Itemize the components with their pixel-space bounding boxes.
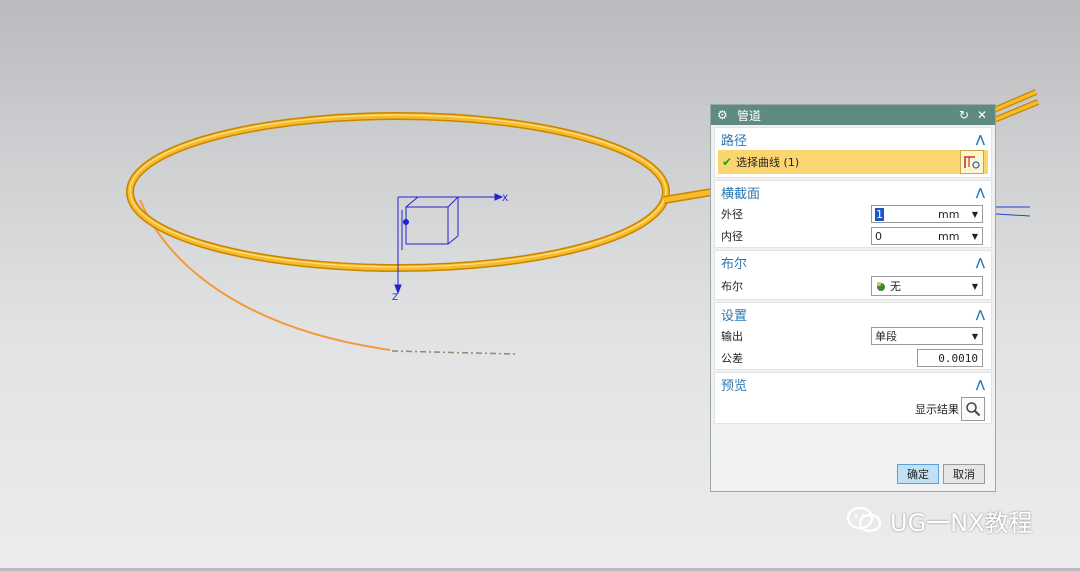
dropdown-arrow-icon[interactable]: ▼	[968, 282, 982, 291]
path-section-title: 路径	[721, 133, 748, 149]
dialog-footer: 确定 取消	[711, 457, 995, 491]
blue-line-2	[995, 213, 1031, 217]
chevron-up-icon[interactable]: ⋀	[976, 308, 985, 321]
gear-icon[interactable]: ⚙	[717, 108, 731, 122]
boolean-select[interactable]: 无 ▼	[871, 276, 983, 296]
guide-curve-dashed	[391, 350, 516, 355]
guide-curve[interactable]	[139, 199, 391, 351]
settings-header[interactable]: 设置 ⋀	[715, 303, 991, 325]
pipe-dialog: ⚙ 管道 ↻ ✕ 路径 ⋀ ✔ 选择曲线 (1) 横截面 ⋀ 外径 1 mm ▼…	[710, 104, 996, 492]
boolean-value: 无	[890, 280, 901, 293]
output-row: 输出 单段 ▼	[715, 325, 991, 347]
dialog-title: 管道	[737, 108, 762, 123]
tolerance-row: 公差 0.0010	[715, 347, 991, 369]
boolean-header[interactable]: 布尔 ⋀	[715, 251, 991, 273]
chevron-up-icon[interactable]: ⋀	[976, 133, 985, 146]
check-icon: ✔	[722, 155, 733, 169]
chevron-up-icon[interactable]: ⋀	[976, 378, 985, 391]
settings-title: 设置	[721, 308, 748, 324]
watermark-text: UG一NX教程	[890, 508, 1033, 537]
dialog-titlebar[interactable]: ⚙ 管道 ↻ ✕	[711, 105, 995, 125]
inner-diameter-row: 内径 0 mm ▼	[715, 225, 991, 247]
magnifier-icon[interactable]	[961, 397, 985, 421]
inner-diameter-unit[interactable]: mm	[938, 230, 968, 243]
dropdown-arrow-icon[interactable]: ▼	[968, 210, 982, 219]
csys-z-label: Z	[392, 293, 398, 303]
cross-section-title: 横截面	[721, 186, 761, 202]
outer-diameter-unit[interactable]: mm	[938, 208, 968, 221]
settings-section: 设置 ⋀ 输出 单段 ▼ 公差 0.0010	[714, 302, 992, 370]
csys-widget[interactable]	[394, 193, 504, 295]
path-section: 路径 ⋀ ✔ 选择曲线 (1)	[714, 127, 992, 178]
csys-x-label: X	[502, 194, 508, 204]
outer-diameter-value[interactable]: 1	[875, 207, 884, 221]
select-curve-row[interactable]: ✔ 选择曲线 (1)	[718, 150, 988, 174]
dropdown-arrow-icon[interactable]: ▼	[968, 232, 982, 241]
preview-header[interactable]: 预览 ⋀	[715, 373, 991, 395]
select-curve-label: 选择曲线 (1)	[736, 156, 800, 169]
outer-diameter-field[interactable]: 1 mm ▼	[871, 205, 983, 223]
inner-diameter-field[interactable]: 0 mm ▼	[871, 227, 983, 245]
show-result-label: 显示结果	[915, 403, 959, 416]
reset-icon[interactable]: ↻	[957, 108, 971, 122]
chevron-up-icon[interactable]: ⋀	[976, 256, 985, 269]
watermark: UG一NX教程	[846, 500, 1033, 540]
close-icon[interactable]: ✕	[975, 108, 989, 122]
dropdown-arrow-icon[interactable]: ▼	[968, 332, 982, 341]
boolean-row: 布尔 无 ▼	[715, 273, 991, 299]
curve-select-icon[interactable]	[960, 150, 984, 174]
wechat-icon	[846, 506, 882, 533]
show-result-row: 显示结果	[715, 395, 991, 423]
cross-section-section: 横截面 ⋀ 外径 1 mm ▼ 内径 0 mm ▼	[714, 180, 992, 248]
preview-section: 预览 ⋀ 显示结果	[714, 372, 992, 424]
output-select[interactable]: 单段 ▼	[871, 327, 983, 345]
tolerance-input[interactable]: 0.0010	[917, 349, 983, 367]
inner-diameter-value[interactable]: 0	[872, 230, 938, 243]
path-section-header[interactable]: 路径 ⋀	[715, 128, 991, 150]
cancel-button[interactable]: 取消	[943, 464, 985, 484]
outer-diameter-row: 外径 1 mm ▼	[715, 203, 991, 225]
boolean-title: 布尔	[721, 256, 748, 272]
output-value: 单段	[875, 330, 897, 343]
cross-section-header[interactable]: 横截面 ⋀	[715, 181, 991, 203]
ok-button[interactable]: 确定	[897, 464, 939, 484]
preview-title: 预览	[721, 378, 748, 394]
boolean-none-icon	[877, 282, 885, 291]
boolean-section: 布尔 ⋀ 布尔 无 ▼	[714, 250, 992, 300]
chevron-up-icon[interactable]: ⋀	[976, 186, 985, 199]
